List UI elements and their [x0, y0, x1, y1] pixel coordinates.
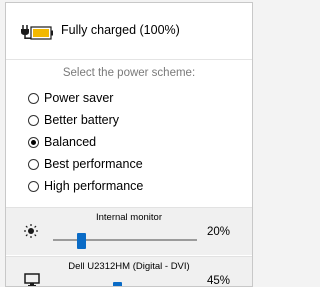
scheme-high-performance[interactable]: High performance — [28, 177, 143, 195]
scheme-balanced[interactable]: Balanced — [28, 133, 96, 151]
battery-status-header: Fully charged (100%) — [6, 3, 252, 60]
battery-status-text: Fully charged (100%) — [61, 23, 180, 37]
monitor-name: Dell U2312HM (Digital - DVI) — [68, 261, 190, 272]
scheme-label: Best performance — [44, 157, 143, 171]
brightness-external-monitor: Dell U2312HM (Digital - DVI) 45% — [6, 256, 252, 287]
scheme-label: High performance — [44, 179, 144, 193]
brightness-value: 20% — [206, 226, 230, 238]
monitor-name: Internal monitor — [95, 212, 162, 223]
scheme-label: Balanced — [44, 135, 97, 149]
battery-plugged-icon — [21, 25, 53, 40]
brightness-value: 45% — [206, 275, 230, 287]
sun-icon — [24, 224, 38, 238]
brightness-slider-track[interactable] — [53, 239, 197, 241]
brightness-slider-thumb[interactable] — [77, 233, 87, 249]
scheme-power-saver[interactable]: Power saver — [28, 89, 113, 107]
brightness-internal-monitor: Internal monitor 20% — [6, 207, 252, 255]
radio-button[interactable] — [28, 158, 39, 170]
radio-button[interactable] — [28, 114, 39, 126]
scheme-best-performance[interactable]: Best performance — [28, 155, 143, 173]
radio-button-selected[interactable] — [28, 136, 39, 148]
radio-button[interactable] — [28, 92, 39, 104]
scheme-better-battery[interactable]: Better battery — [28, 111, 119, 129]
brightness-slider-thumb[interactable] — [113, 282, 123, 286]
power-flyout: Fully charged (100%) Select the power sc… — [5, 2, 253, 287]
scheme-label: Better battery — [44, 113, 120, 127]
scheme-label: Power saver — [44, 91, 114, 105]
radio-button[interactable] — [28, 180, 39, 192]
monitor-icon — [24, 273, 40, 286]
power-scheme-heading: Select the power scheme: — [62, 67, 196, 79]
